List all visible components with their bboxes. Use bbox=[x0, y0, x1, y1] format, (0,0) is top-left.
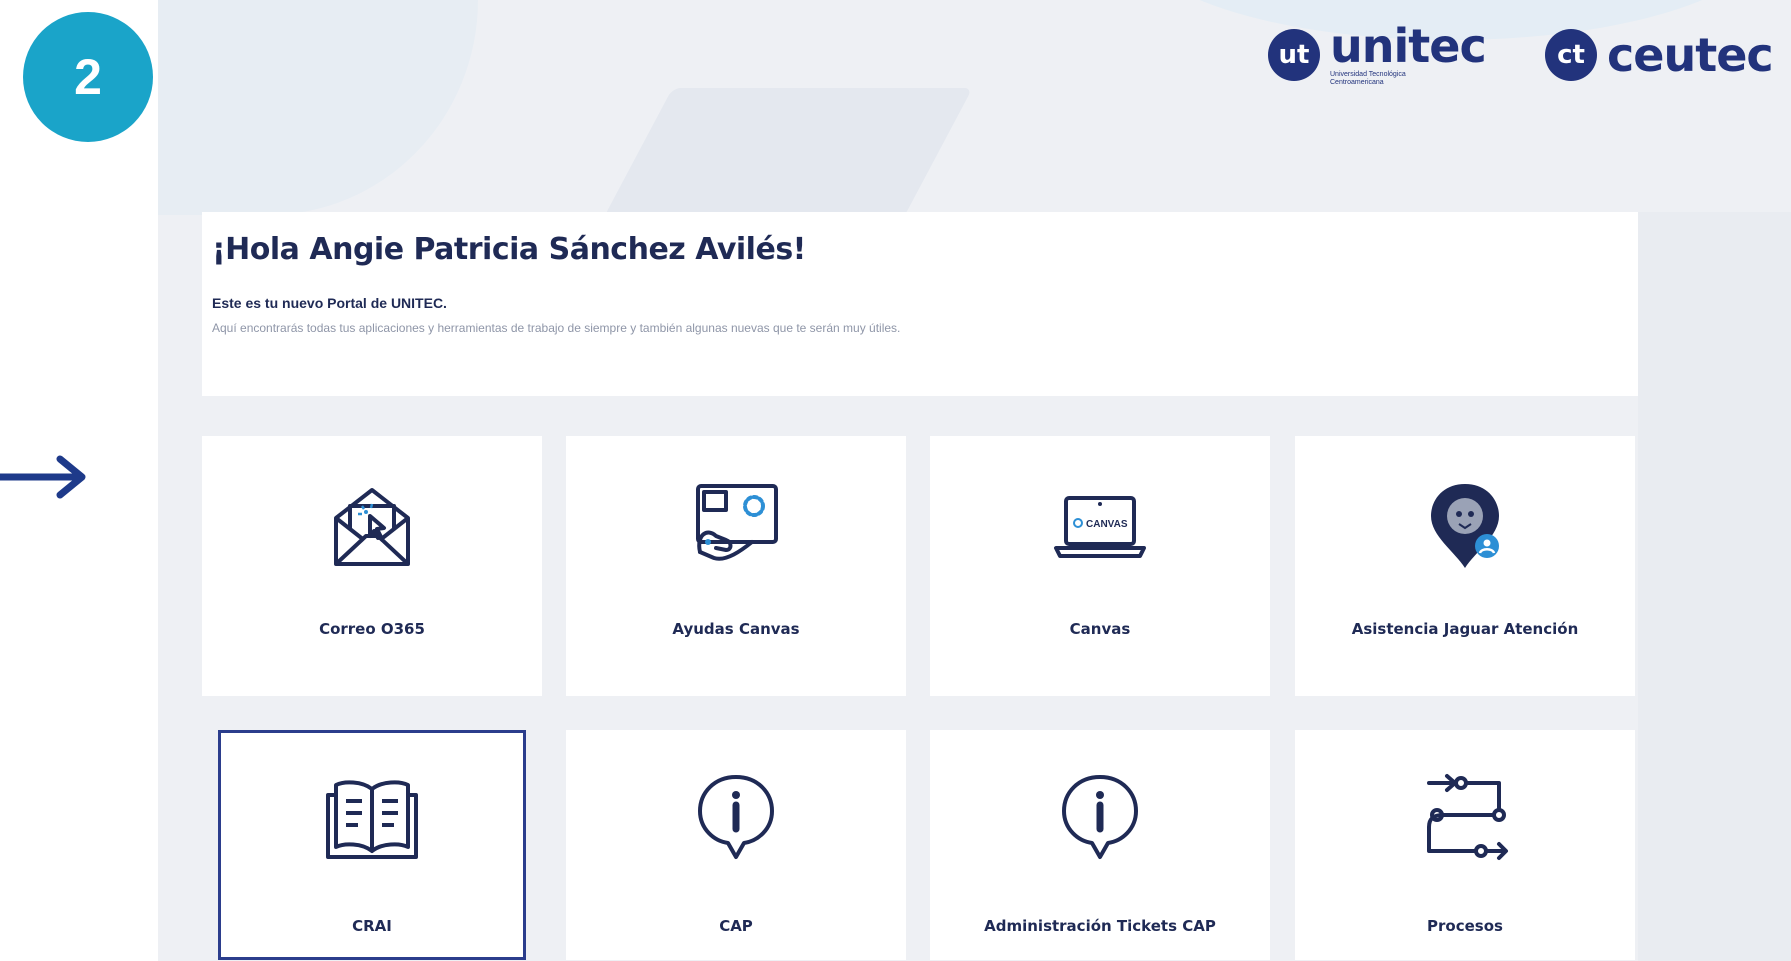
header-logos: ut unitec Universidad Tecnológica Centro… bbox=[1268, 20, 1788, 100]
app-card-administracion-tickets-cap[interactable]: Administración Tickets CAP bbox=[930, 730, 1270, 960]
open-book-icon bbox=[322, 767, 422, 867]
unitec-logo-text: unitec bbox=[1330, 19, 1487, 73]
app-card-procesos[interactable]: Procesos bbox=[1295, 730, 1635, 960]
jaguar-pin-icon bbox=[1415, 476, 1515, 576]
step-number: 2 bbox=[74, 49, 102, 105]
app-card-crai[interactable]: CRAI bbox=[218, 730, 526, 960]
app-label: Ayudas Canvas bbox=[672, 620, 800, 638]
app-card-correo-o365[interactable]: Correo O365 bbox=[202, 436, 542, 696]
ceutec-logo[interactable]: ct ceutec bbox=[1545, 20, 1774, 90]
app-card-asistencia-jaguar[interactable]: Asistencia Jaguar Atención bbox=[1295, 436, 1635, 696]
background-shape bbox=[603, 88, 973, 218]
unitec-logo-subtitle: Universidad Tecnológica Centroamericana bbox=[1330, 71, 1406, 86]
app-label: Asistencia Jaguar Atención bbox=[1351, 620, 1579, 638]
app-card-cap[interactable]: CAP bbox=[566, 730, 906, 960]
welcome-greeting: ¡Hola Angie Patricia Sánchez Avilés! bbox=[212, 232, 806, 267]
app-label: Procesos bbox=[1427, 917, 1503, 935]
app-label: CRAI bbox=[352, 917, 392, 935]
app-label: Administración Tickets CAP bbox=[984, 917, 1216, 935]
canvas-screen-text: CANVAS bbox=[1086, 519, 1128, 530]
info-bubble-icon bbox=[686, 767, 786, 867]
right-panel bbox=[1638, 212, 1791, 961]
app-card-ayudas-canvas[interactable]: Ayudas Canvas bbox=[566, 436, 906, 696]
welcome-description: Aquí encontrarás todas tus aplicaciones … bbox=[212, 321, 901, 335]
envelope-cursor-icon bbox=[322, 476, 422, 576]
portal-screenshot: ut unitec Universidad Tecnológica Centro… bbox=[158, 0, 1791, 961]
canvas-help-icon bbox=[686, 476, 786, 576]
unitec-logo[interactable]: ut unitec Universidad Tecnológica Centro… bbox=[1268, 19, 1487, 90]
background-shape bbox=[158, 0, 478, 215]
app-card-canvas[interactable]: CANVAS Canvas bbox=[930, 436, 1270, 696]
pointer-arrow-icon bbox=[0, 455, 86, 499]
step-number-badge: 2 bbox=[23, 12, 153, 142]
welcome-subtitle: Este es tu nuevo Portal de UNITEC. bbox=[212, 295, 447, 311]
app-label: Correo O365 bbox=[319, 620, 425, 638]
process-flow-icon bbox=[1415, 767, 1515, 867]
laptop-canvas-icon: CANVAS bbox=[1050, 476, 1150, 576]
ceutec-logo-mark: ct bbox=[1545, 29, 1597, 81]
ceutec-logo-text: ceutec bbox=[1607, 28, 1774, 82]
app-label: CAP bbox=[719, 917, 753, 935]
welcome-card: ¡Hola Angie Patricia Sánchez Avilés! Est… bbox=[202, 212, 1638, 396]
info-bubble-icon bbox=[1050, 767, 1150, 867]
unitec-logo-mark: ut bbox=[1268, 29, 1320, 81]
app-label: Canvas bbox=[1069, 620, 1131, 638]
